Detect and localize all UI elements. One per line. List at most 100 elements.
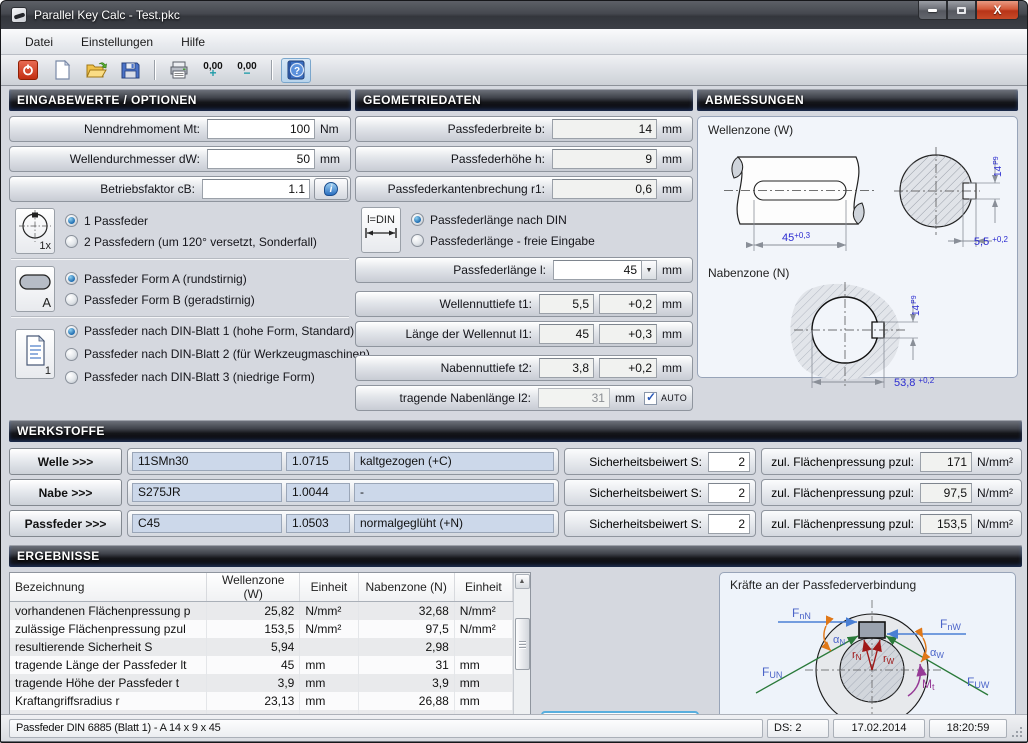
radio-icon[interactable]: [65, 235, 78, 248]
welle-pressure-value: 171: [920, 452, 972, 472]
new-file-button[interactable]: [47, 58, 77, 83]
passfederlaenge-combo[interactable]: 45 ▼: [553, 260, 657, 280]
scrollbar-thumb[interactable]: [515, 618, 530, 670]
svg-text:14P9: 14P9: [911, 295, 922, 316]
radio-icon[interactable]: [65, 325, 78, 338]
radio-icon[interactable]: [65, 214, 78, 227]
status-ds: DS: 2: [767, 719, 829, 738]
title-bar[interactable]: Parallel Key Calc - Test.pkc X: [1, 1, 1027, 29]
table-row: Umfangskraft Fu4322,56N3720,58N: [10, 710, 513, 715]
print-button[interactable]: [164, 58, 194, 83]
radio-icon[interactable]: [411, 234, 424, 247]
column-header[interactable]: Wellenzone (W): [207, 573, 300, 602]
nabe-pressure-group: zul. Flächenpressung pzul: 97,5 N/mm²: [761, 479, 1022, 506]
radio-din-blatt-2[interactable]: Passfeder nach DIN-Blatt 2 (für Werkzeug…: [65, 347, 370, 361]
berechnung-button[interactable]: Berechnung: [541, 711, 699, 714]
auto-label: AUTO: [661, 393, 687, 403]
nabennuttiefe-value: 3,8: [539, 358, 594, 378]
svg-text:FUW: FUW: [967, 675, 990, 690]
shaft-zone-label: Wellenzone (W): [708, 123, 1013, 137]
help-icon: ?: [286, 60, 306, 80]
radio-din-blatt-3[interactable]: Passfeder nach DIN-Blatt 3 (niedrige For…: [65, 370, 370, 384]
field-passfederbreite: Passfederbreite b: 14 mm: [355, 116, 693, 142]
nabe-safety-input[interactable]: 2: [708, 483, 750, 503]
laenge-wellennut-tolerance: +0,3: [599, 324, 657, 344]
svg-text:αW: αW: [930, 647, 944, 660]
maximize-button[interactable]: [947, 1, 976, 20]
svg-text:?: ?: [294, 66, 300, 77]
passfeder-safety-input[interactable]: 2: [708, 514, 750, 534]
material-treatment: -: [354, 483, 554, 502]
material-number: 1.0715: [286, 452, 350, 471]
table-row: Kraftangriffsradius r23,13mm26,88mm: [10, 692, 513, 710]
radio-icon[interactable]: [411, 213, 424, 226]
info-button[interactable]: i: [314, 178, 348, 200]
svg-text:14P9: 14P9: [993, 156, 1004, 177]
radio-icon[interactable]: [65, 272, 78, 285]
exit-button[interactable]: [13, 58, 43, 83]
panel-geometriedaten: GEOMETRIEDATEN Passfederbreite b: 14 mm …: [355, 89, 693, 415]
radio-1-passfeder[interactable]: 1 Passfeder: [65, 214, 317, 228]
column-header[interactable]: Bezeichnung: [10, 573, 207, 602]
panel-eingabewerte: EINGABEWERTE / OPTIONEN Nenndrehmoment M…: [9, 89, 351, 415]
scroll-up-icon[interactable]: ▲: [515, 574, 530, 589]
length-mode-icon: l=DIN: [361, 207, 401, 253]
nenndrehmoment-input[interactable]: 100: [207, 119, 315, 139]
table-row: tragende Länge der Passfeder lt45mm31mm: [10, 656, 513, 674]
radio-laenge-din[interactable]: Passfederlänge nach DIN: [411, 213, 595, 227]
radio-2-passfedern[interactable]: 2 Passfedern (um 120° versetzt, Sonderfa…: [65, 235, 317, 249]
decimals-increase-button[interactable]: 0,00 +: [198, 58, 228, 83]
column-header[interactable]: Nabenzone (N): [358, 573, 454, 602]
minimize-button[interactable]: [918, 1, 947, 20]
passfeder-safety-group: Sicherheitsbeiwert S: 2: [564, 510, 756, 537]
maximize-icon: [957, 7, 966, 14]
passfederbreite-value: 14: [552, 119, 657, 139]
key-count-icon: 1x: [15, 208, 55, 254]
nabe-material-group: S275JR 1.0044 -: [127, 479, 559, 506]
welle-button[interactable]: Welle >>>: [9, 448, 122, 475]
abmessungen-header: ABMESSUNGEN: [697, 89, 1018, 111]
radio-icon[interactable]: [65, 371, 78, 384]
auto-checkbox[interactable]: [644, 392, 657, 405]
betriebsfaktor-input[interactable]: 1.1: [202, 179, 310, 199]
passfederhoehe-value: 9: [552, 149, 657, 169]
table-row: zulässige Flächenpressung pzul153,5N/mm²…: [10, 620, 513, 638]
help-button[interactable]: ?: [281, 58, 311, 83]
field-label: Wellendurchmesser dW:: [15, 152, 207, 166]
results-table: Bezeichnung Wellenzone (W) Einheit Naben…: [9, 572, 531, 714]
radio-form-a[interactable]: Passfeder Form A (rundstirnig): [65, 272, 255, 286]
radio-din-blatt-1[interactable]: Passfeder nach DIN-Blatt 1 (hohe Form, S…: [65, 324, 370, 338]
close-button[interactable]: X: [976, 1, 1019, 20]
radio-form-b[interactable]: Passfeder Form B (geradstirnig): [65, 293, 255, 307]
passfederlaenge-value[interactable]: 45: [553, 260, 641, 280]
chevron-down-icon[interactable]: ▼: [641, 260, 657, 280]
decimals-decrease-button[interactable]: 0,00 −: [232, 58, 262, 83]
svg-text:Mt: Mt: [922, 677, 935, 692]
welle-safety-input[interactable]: 2: [708, 452, 750, 472]
force-diagram-panel: Kräfte an der Passfederverbindung: [719, 572, 1016, 714]
menu-datei[interactable]: Datei: [15, 31, 63, 53]
menu-hilfe[interactable]: Hilfe: [171, 31, 215, 53]
save-button[interactable]: [115, 58, 145, 83]
column-header[interactable]: Einheit: [300, 573, 358, 602]
field-label: Betriebsfaktor cB:: [15, 182, 202, 196]
radio-icon[interactable]: [65, 293, 78, 306]
exit-icon: [18, 60, 38, 80]
svg-text:45+0,3: 45+0,3: [782, 231, 811, 244]
open-file-button[interactable]: [81, 58, 111, 83]
field-nabennuttiefe: Nabennuttiefe t2: 3,8 +0,2 mm: [355, 355, 693, 381]
passfeder-button[interactable]: Passfeder >>>: [9, 510, 122, 537]
wellendurchmesser-input[interactable]: 50: [207, 149, 315, 169]
table-scrollbar[interactable]: ▲ ▼: [513, 573, 530, 714]
nabe-button[interactable]: Nabe >>>: [9, 479, 122, 506]
column-header[interactable]: Einheit: [454, 573, 512, 602]
radio-laenge-frei[interactable]: Passfederlänge - freie Eingabe: [411, 234, 595, 248]
menu-einstellungen[interactable]: Einstellungen: [71, 31, 163, 53]
ergebnisse-header: ERGEBNISSE: [9, 545, 1022, 567]
nabenlaenge-value: 31: [538, 388, 610, 408]
status-text: Passfeder DIN 6885 (Blatt 1) - A 14 x 9 …: [9, 719, 763, 738]
resize-grip[interactable]: [1011, 726, 1023, 738]
separator: [11, 316, 349, 318]
status-date: 17.02.2014: [833, 719, 925, 738]
radio-icon[interactable]: [65, 348, 78, 361]
